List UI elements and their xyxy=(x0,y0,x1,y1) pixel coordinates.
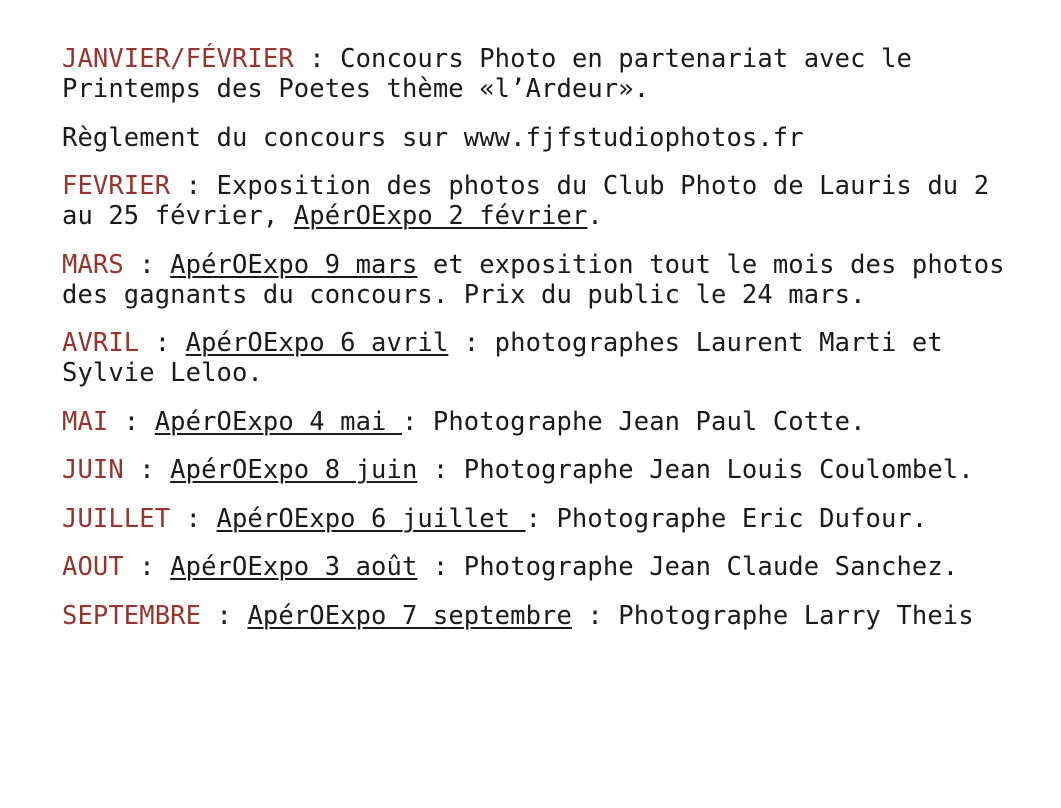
separator: : xyxy=(123,249,171,280)
entry-body-after: : Photographe Larry Theis xyxy=(571,600,974,631)
entry-aout: AOUT : ApérOExpo 3 août : Photographe Je… xyxy=(62,552,1007,582)
month-label: AVRIL xyxy=(62,328,140,358)
entry-body-after: : Photographe Jean Claude Sanchez. xyxy=(417,552,959,582)
month-label: MAI xyxy=(62,406,109,437)
entry-body-after: : Photographe Jean Paul Cotte. xyxy=(401,406,866,437)
separator: : xyxy=(170,171,217,201)
entry-mars: MARS : ApérOExpo 9 mars et exposition to… xyxy=(62,250,1007,310)
entry-mai: MAI : ApérOExpo 4 mai : Photographe Jean… xyxy=(62,407,1007,437)
separator: : xyxy=(170,503,217,534)
month-label: JUIN xyxy=(62,455,124,485)
month-label: FEVRIER xyxy=(62,171,171,201)
separator: : xyxy=(123,552,171,582)
entry-body-after: : Photographe Jean Louis Coulombel. xyxy=(417,455,974,485)
document-page: JANVIER/FÉVRIER : Concours Photo en part… xyxy=(0,0,1061,808)
entry-juillet: JUILLET : ApérOExpo 6 juillet : Photogra… xyxy=(62,504,1007,534)
month-label: AOUT xyxy=(62,552,124,582)
separator: : xyxy=(201,600,248,631)
entry-body-after: . xyxy=(587,201,603,231)
month-label: JANVIER/FÉVRIER xyxy=(62,44,294,74)
month-label: SEPTEMBRE xyxy=(62,600,202,631)
month-label: MARS xyxy=(62,249,124,280)
separator: : xyxy=(293,44,341,74)
clipped-text: . xyxy=(62,794,77,808)
separator: : xyxy=(123,455,171,485)
entry-reglement: Règlement du concours sur www.fjfstudiop… xyxy=(62,123,1007,153)
separator: : xyxy=(108,406,155,437)
entry-janvier-fevrier: JANVIER/FÉVRIER : Concours Photo en part… xyxy=(62,44,1007,104)
event-link-fevrier[interactable]: ApérOExpo 2 février xyxy=(294,201,588,231)
clipped-continuation-line: . xyxy=(62,794,1061,808)
entry-body-after: : Photographe Eric Dufour. xyxy=(525,503,928,534)
event-link-aout[interactable]: ApérOExpo 3 août xyxy=(170,552,417,582)
entry-septembre: SEPTEMBRE : ApérOExpo 7 septembre : Phot… xyxy=(62,601,1007,631)
month-label: JUILLET xyxy=(62,503,171,534)
entry-body: Règlement du concours sur www.fjfstudiop… xyxy=(62,122,804,153)
entry-fevrier: FEVRIER : Exposition des photos du Club … xyxy=(62,171,1007,231)
entry-juin: JUIN : ApérOExpo 8 juin : Photographe Je… xyxy=(62,455,1007,485)
event-link-juillet[interactable]: ApérOExpo 6 juillet xyxy=(217,504,526,534)
event-link-mars[interactable]: ApérOExpo 9 mars xyxy=(170,250,417,280)
event-link-mai[interactable]: ApérOExpo 4 mai xyxy=(155,407,402,437)
event-link-juin[interactable]: ApérOExpo 8 juin xyxy=(170,455,417,485)
entry-avril: AVRIL : ApérOExpo 6 avril : photographes… xyxy=(62,328,1007,388)
separator: : xyxy=(139,328,186,358)
event-link-septembre[interactable]: ApérOExpo 7 septembre xyxy=(247,601,572,631)
event-link-avril[interactable]: ApérOExpo 6 avril xyxy=(186,328,449,358)
